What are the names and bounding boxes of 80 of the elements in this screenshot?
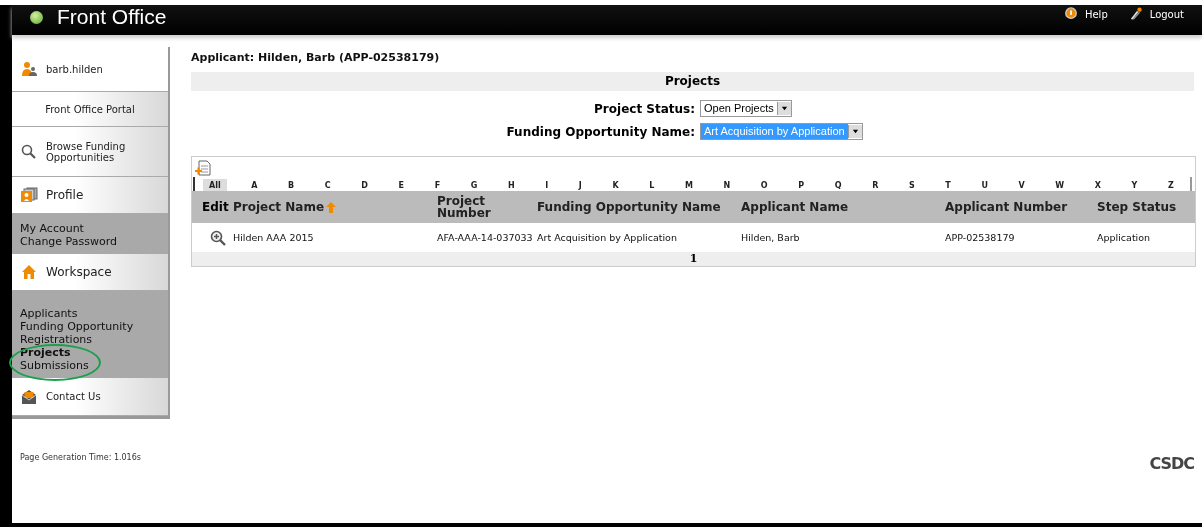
filter-label: Funding Opportunity Name: xyxy=(505,124,695,139)
letter-filter[interactable]: S xyxy=(902,179,921,191)
column-header[interactable]: Project Number xyxy=(433,191,533,223)
letter-filter[interactable]: C xyxy=(318,179,337,191)
letter-filter[interactable]: B xyxy=(282,179,301,191)
sidebar-link[interactable]: My Account xyxy=(20,222,160,235)
letter-filter[interactable]: R xyxy=(866,179,885,191)
letter-filter[interactable]: D xyxy=(355,179,374,191)
letter-filter[interactable]: Q xyxy=(828,179,848,191)
sidebar-item-label: Front Office Portal xyxy=(45,103,135,115)
company-logo: CSDC xyxy=(1149,454,1194,473)
letter-filter[interactable]: Y xyxy=(1125,179,1144,191)
table-cell-text: Application xyxy=(1096,230,1152,245)
profile-cards-icon xyxy=(20,187,38,203)
sidebar-item[interactable]: Browse Funding Opportunities xyxy=(12,127,168,177)
column-header[interactable]: Project Name xyxy=(229,191,433,223)
sidebar-link[interactable]: Applicants xyxy=(20,307,160,320)
letter-filter[interactable]: N xyxy=(717,179,737,191)
search-icon xyxy=(20,143,38,160)
app-title: Front Office xyxy=(57,5,167,29)
letter-filter[interactable]: X xyxy=(1088,179,1107,191)
column-header[interactable]: Applicant Number xyxy=(941,191,1093,223)
letter-filter[interactable]: P xyxy=(792,179,811,191)
letter-filter[interactable]: T xyxy=(939,179,957,191)
logout-link[interactable]: Logout xyxy=(1127,7,1184,21)
letter-filter[interactable]: K xyxy=(606,179,625,191)
home-icon xyxy=(20,264,38,280)
table-cell-text: AFA-AAA-14-037033 xyxy=(436,230,533,245)
letter-filter[interactable]: W xyxy=(1049,179,1071,191)
letter-filter[interactable]: V xyxy=(1012,179,1031,191)
sidebar-link[interactable]: Submissions xyxy=(20,359,160,372)
section-title: Projects xyxy=(191,72,1194,91)
letter-filter[interactable]: A xyxy=(245,179,264,191)
letter-filter[interactable]: M xyxy=(678,179,699,191)
page-generation-time: Page Generation Time: 1.016s xyxy=(20,453,142,462)
sidebar-link[interactable]: Funding Opportunity Registrations xyxy=(20,320,160,346)
table-cell-text: APP-02538179 xyxy=(944,230,1016,245)
dropdown-arrow-icon xyxy=(851,128,859,135)
sidebar-link[interactable]: Change Password xyxy=(20,235,160,248)
column-header: Edit xyxy=(192,191,229,223)
sidebar-item[interactable]: Profile xyxy=(12,177,168,214)
filter-label: Project Status: xyxy=(593,101,695,116)
sidebar-link[interactable]: Projects xyxy=(20,346,160,359)
letter-filter[interactable]: I xyxy=(539,179,555,191)
dropdown[interactable]: Open Projects xyxy=(700,100,792,117)
sidebar-item-label: Contact Us xyxy=(46,391,101,402)
sidebar-item-label: Browse Funding Opportunities xyxy=(46,140,127,163)
sidebar-item[interactable]: Workspace xyxy=(12,254,168,291)
help-link[interactable]: Help xyxy=(1062,7,1108,21)
letter-filter[interactable]: F xyxy=(428,179,447,191)
sidebar-item-label: Profile xyxy=(46,189,84,201)
applicant-title: Applicant: Hilden, Barb (APP-02538179) xyxy=(191,51,441,64)
letter-filter[interactable]: J xyxy=(572,179,588,191)
table-cell-text: Hilden, Barb xyxy=(740,230,801,245)
export-icon[interactable] xyxy=(195,159,211,177)
sort-arrow-icon xyxy=(326,201,337,213)
logo-icon xyxy=(30,10,43,24)
zoom-icon[interactable] xyxy=(210,229,226,246)
envelope-icon xyxy=(20,388,38,405)
column-header[interactable]: Applicant Name xyxy=(737,191,941,223)
letter-filter[interactable]: E xyxy=(392,179,411,191)
letter-filter[interactable]: U xyxy=(975,179,994,191)
letter-filter[interactable]: G xyxy=(464,179,484,191)
page-link[interactable]: 1 xyxy=(689,252,698,266)
help-icon xyxy=(1062,7,1079,21)
dropdown-arrow-icon xyxy=(780,105,788,112)
letter-filter[interactable]: H xyxy=(501,179,521,191)
column-header[interactable]: Step Status xyxy=(1093,191,1195,223)
sidebar-item-label: barb.hilden xyxy=(46,63,103,75)
column-header[interactable]: Funding Opportunity Name xyxy=(533,191,737,223)
sidebar-item-label: Workspace xyxy=(46,266,112,278)
letter-filter[interactable]: L xyxy=(643,179,661,191)
letter-filter[interactable]: Z xyxy=(1161,179,1180,191)
table-cell-text: Hilden AAA 2015 xyxy=(232,230,315,245)
user-icon xyxy=(20,61,38,77)
sidebar-item[interactable]: Contact Us xyxy=(12,378,168,416)
letter-filter[interactable]: All xyxy=(203,179,227,191)
sidebar-item[interactable]: Front Office Portal xyxy=(12,92,168,127)
letter-filter[interactable]: O xyxy=(754,179,774,191)
table-cell-text: Art Acquisition by Application xyxy=(536,230,678,245)
